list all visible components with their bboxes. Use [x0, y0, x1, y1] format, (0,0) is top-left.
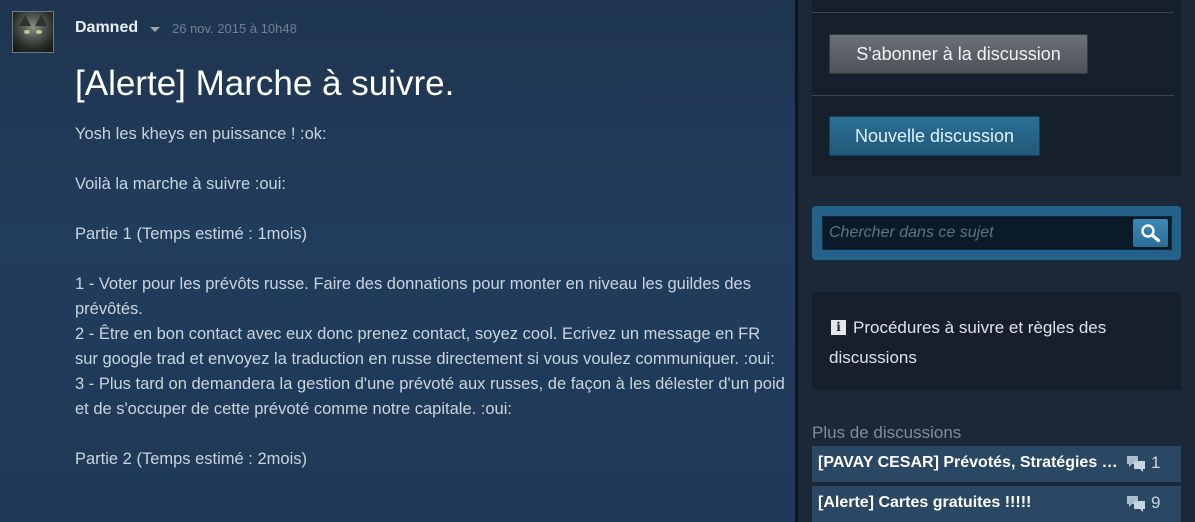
discussion-title[interactable]: [PAVAY CESAR] Prévotés, Stratégies et Ge… — [818, 454, 1118, 472]
rules-panel[interactable]: i Procédures à suivre et règles des disc… — [812, 292, 1181, 390]
search-panel — [812, 206, 1181, 260]
author-name[interactable]: Damned — [75, 19, 138, 37]
search-icon — [1141, 224, 1161, 243]
chevron-down-icon[interactable] — [150, 27, 160, 32]
avatar-eye-left — [24, 30, 30, 34]
top-divider — [812, 12, 1174, 13]
new-discussion-button[interactable]: Nouvelle discussion — [829, 116, 1040, 156]
comments-icon — [1127, 456, 1145, 472]
avatar-ear-right — [35, 15, 47, 26]
avatar-eye-right — [36, 30, 42, 34]
search-input[interactable] — [825, 218, 1139, 248]
sidebar: S'abonner à la discussion Nouvelle discu… — [798, 0, 1195, 522]
body-paragraph: Voilà la marche à suivre :oui: — [75, 175, 286, 193]
discussion-post: Damned 26 nov. 2015 à 10h48 [Alerte] Mar… — [0, 0, 796, 522]
subscribe-button[interactable]: S'abonner à la discussion — [829, 34, 1088, 74]
more-discussions-title: Plus de discussions — [812, 423, 962, 442]
post-body: Yosh les kheys en puissance ! :ok: Voilà… — [75, 122, 787, 472]
body-paragraph: Partie 2 (Temps estimé : 2mois) — [75, 450, 307, 468]
discussion-item[interactable]: [PAVAY CESAR] Prévotés, Stratégies et Ge… — [812, 446, 1181, 482]
body-paragraph: Partie 1 (Temps estimé : 1mois) — [75, 225, 307, 243]
post-date: 26 nov. 2015 à 10h48 — [172, 21, 297, 36]
reply-count: 1 — [1151, 453, 1161, 472]
reply-count: 9 — [1151, 493, 1161, 512]
comments-icon — [1127, 496, 1145, 512]
post-title: [Alerte] Marche à suivre. — [75, 64, 455, 103]
discussion-title[interactable]: [Alerte] Cartes gratuites !!!!! — [818, 494, 1118, 512]
rules-link[interactable]: Procédures à suivre et règles des discus… — [829, 313, 1159, 373]
body-paragraph: 2 - Être en bon contact avec eux donc pr… — [75, 325, 775, 368]
search-field-frame — [822, 216, 1172, 250]
body-paragraph: Yosh les kheys en puissance ! :ok: — [75, 125, 327, 143]
discussion-item[interactable]: [Alerte] Cartes gratuites !!!!! 9 — [812, 486, 1181, 522]
body-paragraph: 1 - Voter pour les prévôts russe. Faire … — [75, 275, 751, 318]
avatar-ear-left — [19, 15, 31, 26]
search-button[interactable] — [1133, 219, 1168, 247]
avatar[interactable] — [12, 11, 54, 53]
panel-divider — [812, 95, 1174, 96]
body-paragraph: 3 - Plus tard on demandera la gestion d'… — [75, 375, 785, 418]
